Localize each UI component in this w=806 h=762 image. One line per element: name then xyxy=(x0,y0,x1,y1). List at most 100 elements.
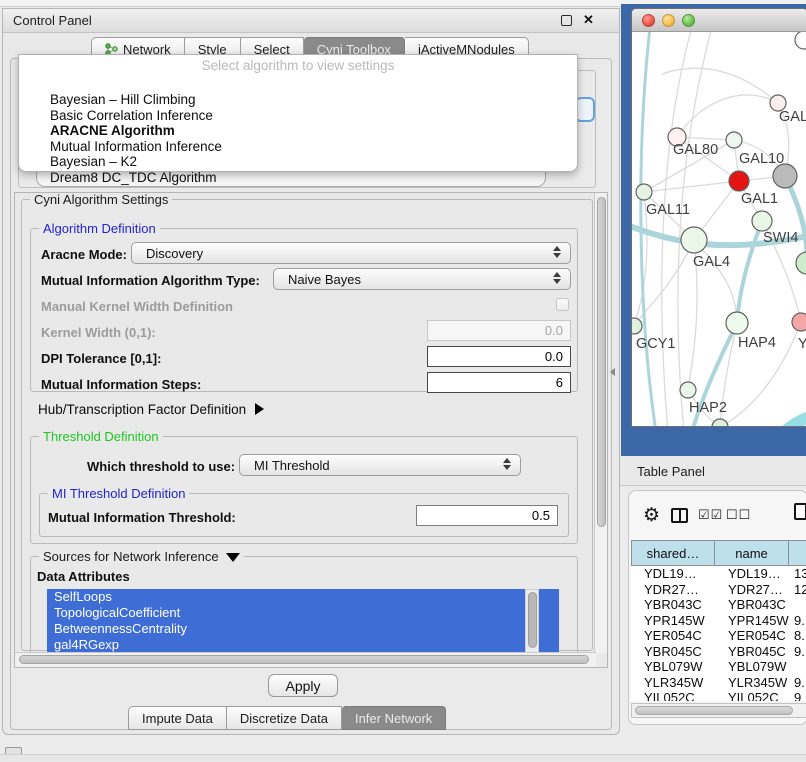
algorithm-dropdown-popup: Select algorithm to view settings Bayesi… xyxy=(18,54,578,172)
network-node-y[interactable] xyxy=(792,313,806,331)
table-row[interactable]: YDL19…YDL19…13 xyxy=(631,566,806,582)
mi-steps-field[interactable] xyxy=(427,372,571,393)
bottom-tabbar: Impute DataDiscretize DataInfer Network xyxy=(128,706,446,731)
mi-threshold-field[interactable] xyxy=(416,505,558,526)
hub-transcription-factor-toggle[interactable]: Hub/Transcription Factor Definition xyxy=(38,402,264,417)
algorithm-option-mutual-information-inference[interactable]: Mutual Information Inference xyxy=(50,139,569,155)
network-node[interactable] xyxy=(795,32,806,49)
settings-horizontal-scrollbar[interactable] xyxy=(15,652,596,667)
bottom-tab-discretize-data[interactable]: Discretize Data xyxy=(227,706,342,730)
hide-columns-icon[interactable]: ☐☐ xyxy=(726,507,751,523)
network-canvas[interactable]: GALGAL80GAL10GAL1GAL11SWI4GAL4GCY1HAP4YH… xyxy=(632,32,806,427)
network-node[interactable] xyxy=(712,419,728,427)
attribute-item-betweennesscentrality[interactable]: BetweennessCentrality xyxy=(47,621,559,637)
network-edge xyxy=(785,176,806,263)
focused-control-fragment xyxy=(575,97,595,122)
algorithm-dropdown-placeholder: Select algorithm to view settings xyxy=(19,58,577,73)
aracne-mode-combo[interactable]: Discovery xyxy=(131,242,571,264)
table-row[interactable]: YDR27…YDR27…12 xyxy=(631,582,806,598)
table-cell: YBL079W xyxy=(631,659,715,675)
manual-kernel-checkbox[interactable] xyxy=(556,298,569,311)
table-cell: YPR145W xyxy=(715,613,789,629)
attribute-item-gal4rgexp[interactable]: gal4RGexp xyxy=(47,637,559,653)
node-label-hap2: HAP2 xyxy=(689,400,727,416)
apply-button[interactable]: Apply xyxy=(268,674,338,697)
algorithm-option-bayesian-hill-climbing[interactable]: Bayesian – Hill Climbing xyxy=(50,92,569,108)
network-node-hap4[interactable] xyxy=(726,312,748,334)
show-columns-icon[interactable]: ☑☑ xyxy=(698,507,723,523)
sources-toggle[interactable]: Sources for Network Inference xyxy=(39,549,244,564)
stepper-arrows-icon xyxy=(552,246,561,258)
column-header-a[interactable]: A xyxy=(789,540,806,566)
panel-divider-collapse-icon[interactable] xyxy=(610,368,615,376)
gear-icon[interactable]: ⚙ xyxy=(643,506,660,525)
table-cell: YER054C xyxy=(631,628,715,644)
table-cell: YDR27… xyxy=(631,582,715,598)
export-table-icon[interactable] xyxy=(794,503,806,520)
dpi-tolerance-field[interactable] xyxy=(427,346,571,367)
data-attributes-list[interactable]: SelfLoopsTopologicalCoefficientBetweenne… xyxy=(47,589,559,657)
network-node-gal11[interactable] xyxy=(636,184,652,200)
manual-kernel-label: Manual Kernel Width Definition xyxy=(41,299,233,314)
table-cell: 9. xyxy=(789,644,806,660)
algorithm-option-dream8-dc-tdc-algorithm[interactable]: Dream8 DC_TDC Algorithm xyxy=(50,170,569,186)
bottom-tab-infer-network[interactable]: Infer Network xyxy=(342,706,446,730)
table-row[interactable]: YLR345WYLR345W9. xyxy=(631,675,806,691)
column-header-name[interactable]: name xyxy=(715,540,789,566)
network-node[interactable] xyxy=(796,252,806,274)
node-label-swi4: SWI4 xyxy=(763,230,798,246)
stepper-arrows-icon xyxy=(502,458,511,470)
table-row[interactable]: YBL079WYBL079W xyxy=(631,659,806,675)
network-node-gal10[interactable] xyxy=(726,132,742,148)
network-node-gcy1[interactable] xyxy=(632,318,642,334)
table-cell: YER054C xyxy=(715,628,789,644)
mi-algorithm-type-combo[interactable]: Naive Bayes xyxy=(273,268,571,290)
kernel-width-field[interactable] xyxy=(427,320,571,341)
which-threshold-combo[interactable]: MI Threshold xyxy=(239,454,521,476)
table-row[interactable]: YBR045CYBR045C9. xyxy=(631,644,806,660)
table-cell: YIL052C xyxy=(715,690,789,701)
network-node[interactable] xyxy=(773,164,797,188)
float-panel-icon[interactable] xyxy=(561,15,572,26)
algorithm-option-aracne-algorithm[interactable]: ARACNE Algorithm xyxy=(50,123,569,139)
scrollbar-thumb[interactable] xyxy=(19,655,589,664)
attribute-list-scrollbar[interactable] xyxy=(525,589,539,657)
close-icon[interactable]: ✕ xyxy=(583,12,594,28)
columns-icon[interactable] xyxy=(671,508,688,523)
bottom-tab-impute-data[interactable]: Impute Data xyxy=(128,706,227,730)
settings-vertical-scrollbar[interactable] xyxy=(594,193,607,653)
settings-scroll-pane: Cyni Algorithm Settings Algorithm Defini… xyxy=(14,192,608,668)
column-header-shared[interactable]: shared… xyxy=(631,540,715,566)
table-panel: ⚙ ☑☑ ☐☐ shared…nameAYDL19…YDL19…13YDR27…… xyxy=(628,490,806,725)
close-traffic-light[interactable] xyxy=(642,14,655,27)
table-horizontal-scrollbar[interactable] xyxy=(631,703,806,718)
node-label-gal80: GAL80 xyxy=(673,142,718,158)
algorithm-definition-group: Algorithm Definition Aracne Mode: Discov… xyxy=(30,228,578,392)
network-view-window: GALGAL80GAL10GAL1GAL11SWI4GAL4GCY1HAP4YH… xyxy=(631,8,806,427)
algorithm-option-bayesian-k2[interactable]: Bayesian – K2 xyxy=(50,154,569,170)
table-row[interactable]: YBR043CYBR043C xyxy=(631,597,806,613)
scrollbar-thumb[interactable] xyxy=(597,197,606,527)
table-cell: YDL19… xyxy=(631,566,715,582)
algorithm-option-basic-correlation-inference[interactable]: Basic Correlation Inference xyxy=(50,108,569,124)
table-row[interactable]: YPR145WYPR145W9. xyxy=(631,613,806,629)
table-row[interactable]: YIL052CYIL052C9 xyxy=(631,690,806,701)
expand-arrow-icon xyxy=(255,403,264,415)
minimize-traffic-light[interactable] xyxy=(662,14,675,27)
network-edge xyxy=(662,68,778,103)
node-label-y: Y xyxy=(798,336,806,352)
network-node-swi4[interactable] xyxy=(752,211,772,231)
scrollbar-thumb[interactable] xyxy=(635,706,793,715)
node-label-gal4: GAL4 xyxy=(693,254,730,270)
table-row[interactable]: YER054CYER054C8. xyxy=(631,628,806,644)
zoom-traffic-light[interactable] xyxy=(682,14,695,27)
node-label-gal11: GAL11 xyxy=(646,202,690,218)
collapse-arrow-icon xyxy=(226,553,240,562)
network-node-hap2[interactable] xyxy=(680,382,696,398)
network-window-titlebar[interactable] xyxy=(632,9,806,32)
network-node-gal4[interactable] xyxy=(681,227,707,253)
scrollbar-thumb[interactable] xyxy=(528,592,537,648)
attribute-item-topologicalcoefficient[interactable]: TopologicalCoefficient xyxy=(47,605,559,621)
attribute-item-selfloops[interactable]: SelfLoops xyxy=(47,589,559,605)
network-node-gal1[interactable] xyxy=(729,171,749,191)
